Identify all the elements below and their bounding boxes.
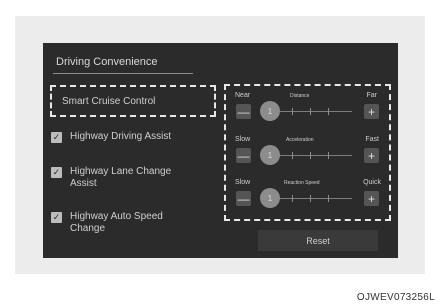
page-title: Driving Convenience <box>56 56 158 68</box>
smart-cruise-settings-panel: Near Distance Far — 1 + Slow Acceleratio… <box>224 84 391 221</box>
acceleration-increase-button[interactable]: + <box>364 148 379 163</box>
reaction-speed-slider-knob[interactable]: 1 <box>260 188 280 208</box>
highway-driving-assist-option[interactable]: ✓ Highway Driving Assist <box>51 131 171 143</box>
smart-cruise-control-item[interactable]: Smart Cruise Control <box>50 85 216 117</box>
reset-button[interactable]: Reset <box>258 230 378 251</box>
acceleration-slider-row: Slow Acceleration Fast — 1 + <box>226 136 389 176</box>
distance-max-label: Far <box>366 92 378 99</box>
smart-cruise-control-label: Smart Cruise Control <box>62 95 156 107</box>
figure-code: OJWEV073256L <box>356 292 435 303</box>
distance-increase-button[interactable]: + <box>364 104 379 119</box>
distance-decrease-button[interactable]: — <box>236 104 251 119</box>
highway-auto-speed-change-option[interactable]: ✓ Highway Auto Speed Change <box>51 211 163 235</box>
highway-lane-change-assist-label: Highway Lane Change Assist <box>70 166 172 189</box>
checkbox-checked-icon[interactable]: ✓ <box>51 132 62 143</box>
reaction-speed-increase-button[interactable]: + <box>364 191 379 206</box>
distance-label: Distance <box>290 93 310 99</box>
slider-tick <box>310 195 311 202</box>
acceleration-max-label: Fast <box>365 136 379 143</box>
highway-lane-change-assist-option[interactable]: ✓ Highway Lane Change Assist <box>51 166 171 190</box>
highway-driving-assist-label: Highway Driving Assist <box>70 131 172 142</box>
slider-tick <box>328 195 329 202</box>
slider-tick <box>310 108 311 115</box>
acceleration-decrease-button[interactable]: — <box>236 148 251 163</box>
distance-slider-row: Near Distance Far — 1 + <box>226 92 389 132</box>
slider-tick <box>328 152 329 159</box>
infotainment-screen: Driving Convenience Smart Cruise Control… <box>43 43 398 258</box>
slider-tick <box>328 108 329 115</box>
acceleration-slider-knob[interactable]: 1 <box>260 145 280 165</box>
slider-tick <box>292 195 293 202</box>
distance-slider-knob[interactable]: 1 <box>260 101 280 121</box>
checkbox-checked-icon[interactable]: ✓ <box>51 212 62 223</box>
reaction-speed-label: Reaction Speed <box>284 180 320 186</box>
reaction-speed-min-label: Slow <box>235 179 251 186</box>
reaction-speed-max-label: Quick <box>363 179 381 186</box>
highway-auto-speed-change-label: Highway Auto Speed Change <box>70 211 163 234</box>
slider-tick <box>292 108 293 115</box>
slider-tick <box>310 152 311 159</box>
reaction-speed-slider-row: Slow Reaction Speed Quick — 1 + <box>226 179 389 219</box>
acceleration-min-label: Slow <box>235 136 251 143</box>
acceleration-label: Acceleration <box>286 137 314 143</box>
reaction-speed-decrease-button[interactable]: — <box>236 191 251 206</box>
title-underline <box>53 73 193 74</box>
checkbox-checked-icon[interactable]: ✓ <box>51 167 62 178</box>
distance-min-label: Near <box>235 92 251 99</box>
slider-tick <box>292 152 293 159</box>
